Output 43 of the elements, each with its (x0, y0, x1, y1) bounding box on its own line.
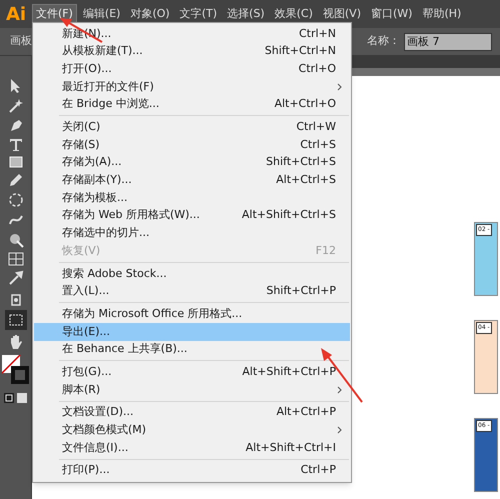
menu-entry[interactable]: 搜索 Adobe Stock... (34, 264, 350, 283)
menu-item[interactable]: 选择(S) (223, 4, 269, 24)
menu-item[interactable]: 对象(O) (126, 4, 174, 24)
menu-entry[interactable]: 导出(E)... (34, 323, 350, 341)
menu-entry[interactable]: 置入(L)... Shift+Ctrl+P (34, 282, 350, 300)
rectangle-icon[interactable] (8, 156, 22, 168)
menu-entry[interactable]: 最近打开的文件(F) (34, 78, 350, 96)
menu-item[interactable]: 窗口(W) (366, 4, 416, 24)
menu-entry[interactable]: 在 Behance 上共享(B)... (34, 340, 350, 358)
menu-entry[interactable]: 存储副本(Y)... Alt+Ctrl+S (34, 172, 350, 190)
menu-entry[interactable]: 存储选中的切片... (34, 224, 350, 242)
name-label: 名称： (367, 33, 400, 50)
menu-entry[interactable]: 脚本(R) (34, 381, 350, 399)
menu-item[interactable]: 效果(C) (270, 4, 317, 24)
menu-entry[interactable]: 存储为模板... (34, 189, 350, 207)
artboard-tool-icon[interactable] (4, 310, 26, 330)
menu-item[interactable]: 编辑(E) (78, 4, 124, 24)
wand-icon[interactable] (8, 98, 24, 114)
menu-entry[interactable]: 文件信息(I)... Alt+Shift+Ctrl+I (34, 439, 350, 457)
panel-label: 画板 (10, 33, 32, 50)
name-field[interactable]: 画板 7 (404, 32, 492, 50)
menu-entry[interactable]: 存储为 Web 所用格式(W)... Alt+Shift+Ctrl+S (34, 206, 350, 225)
menu-entry[interactable]: 在 Bridge 中浏览... Alt+Ctrl+O (34, 96, 350, 114)
menu-item[interactable]: 视图(V) (318, 4, 365, 24)
menu-item[interactable]: 文字(T) (176, 4, 222, 24)
draw-mode-icon[interactable] (2, 392, 28, 404)
mesh-icon[interactable] (8, 252, 24, 266)
menu-entry[interactable]: 打印(P)... Ctrl+P (34, 462, 350, 480)
menu-entry[interactable]: 存储为(A)... Shift+Ctrl+S (34, 154, 350, 172)
menu-entry[interactable]: 文档设置(D)... Alt+Ctrl+P (34, 404, 350, 422)
type-tool-icon[interactable] (8, 138, 22, 152)
menu-entry[interactable]: 关闭(C) Ctrl+W (34, 118, 350, 136)
menu-entry[interactable]: 打包(G)... Alt+Shift+Ctrl+P (34, 363, 350, 382)
menu-entry[interactable]: 文档颜色模式(M) (34, 421, 350, 440)
pencil-icon[interactable] (8, 172, 24, 188)
menu-entry[interactable]: 打开(O)... Ctrl+O (34, 60, 350, 78)
rotate-icon[interactable] (8, 192, 24, 208)
menu-entry[interactable]: 从模板新建(T)... Shift+Ctrl+N (34, 42, 350, 60)
app-logo: Ai (4, 2, 28, 26)
selection-arrow-icon[interactable] (10, 78, 22, 94)
menu-entry[interactable]: 存储(S) Ctrl+S (34, 136, 350, 154)
menu-item[interactable]: 帮助(H) (418, 4, 466, 24)
menu-entry[interactable]: 存储为 Microsoft Office 所用格式... (34, 305, 350, 323)
